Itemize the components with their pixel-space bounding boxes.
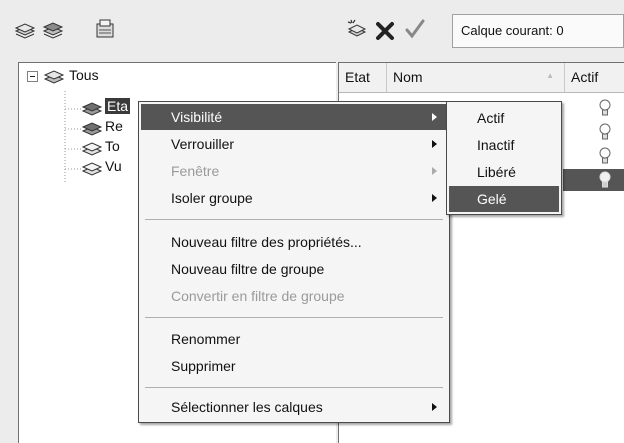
sort-ascending-icon: ▲ [546,71,554,80]
menu-item-nouveau-filtre-proprietes[interactable]: Nouveau filtre des propriétés... [141,229,447,255]
menu-separator [145,317,443,318]
current-layer-display: Calque courant: 0 [452,14,624,48]
layer-states-manager-icon[interactable] [94,18,116,40]
menu-item-fenetre-label: Fenêtre [171,163,220,179]
menu-item-nouveau-filtre-groupe[interactable]: Nouveau filtre de groupe [141,256,447,282]
new-layer-icon[interactable] [346,18,368,40]
menu-item-fenetre: Fenêtre [141,158,447,184]
menu-item-visibilite-label: Visibilité [171,109,223,125]
visibility-submenu: Actif Inactif Libéré Gelé [446,101,562,215]
menu-separator [145,219,443,220]
column-header-actif[interactable]: Actif [565,63,624,93]
column-header-nom-label: Nom [393,69,423,85]
column-header-etat[interactable]: Etat [339,63,387,93]
group-filter-icon [81,162,103,176]
menu-item-visibilite[interactable]: Visibilité [141,104,447,130]
group-filter-icon [81,142,103,156]
layers-icon [43,70,65,84]
menu-item-supprimer[interactable]: Supprimer [141,353,447,379]
tree-item-to[interactable]: To [105,138,120,154]
new-property-filter-icon[interactable] [14,18,36,40]
submenu-arrow-icon [432,167,437,175]
submenu-item-inactif[interactable]: Inactif [449,132,559,158]
submenu-item-libere[interactable]: Libéré [449,159,559,185]
minus-icon [30,76,35,77]
submenu-arrow-icon [432,194,437,202]
lightbulb-off-icon[interactable] [599,123,611,141]
submenu-arrow-icon [432,113,437,121]
menu-item-renommer[interactable]: Renommer [141,326,447,352]
submenu-item-gele[interactable]: Gelé [449,186,559,212]
new-group-filter-icon[interactable] [42,18,64,40]
tree-item-eta[interactable]: Eta [105,98,131,114]
lightbulb-off-icon[interactable] [599,99,611,117]
menu-separator [145,387,443,388]
menu-item-selectionner-calques[interactable]: Sélectionner les calques [141,394,447,420]
submenu-arrow-icon [432,140,437,148]
tree-item-vu[interactable]: Vu [105,158,122,174]
selected-row[interactable] [563,169,624,191]
submenu-arrow-icon [432,403,437,411]
submenu-item-actif[interactable]: Actif [449,105,559,131]
menu-item-verrouiller-label: Verrouiller [171,136,235,152]
tree-root-label[interactable]: Tous [69,67,99,83]
menu-item-isoler-groupe-label: Isoler groupe [171,190,253,206]
collapse-toggle[interactable] [27,71,38,82]
menu-item-selectionner-calques-label: Sélectionner les calques [171,399,323,415]
menu-item-isoler-groupe[interactable]: Isoler groupe [141,185,447,211]
lightbulb-on-icon[interactable] [599,171,611,189]
delete-layer-icon[interactable] [374,20,396,42]
lightbulb-off-icon[interactable] [599,147,611,165]
toolbar: Calque courant: 0 [0,0,624,62]
property-filter-icon [81,102,103,116]
menu-item-verrouiller[interactable]: Verrouiller [141,131,447,157]
set-current-icon[interactable] [404,18,426,40]
column-header-nom[interactable]: Nom ▲ [387,63,565,93]
context-menu: Visibilité Verrouiller Fenêtre Isoler gr… [138,101,450,423]
menu-item-convertir-filtre-groupe: Convertir en filtre de groupe [171,288,345,304]
tree-item-re[interactable]: Re [105,118,123,134]
property-filter-icon [81,122,103,136]
